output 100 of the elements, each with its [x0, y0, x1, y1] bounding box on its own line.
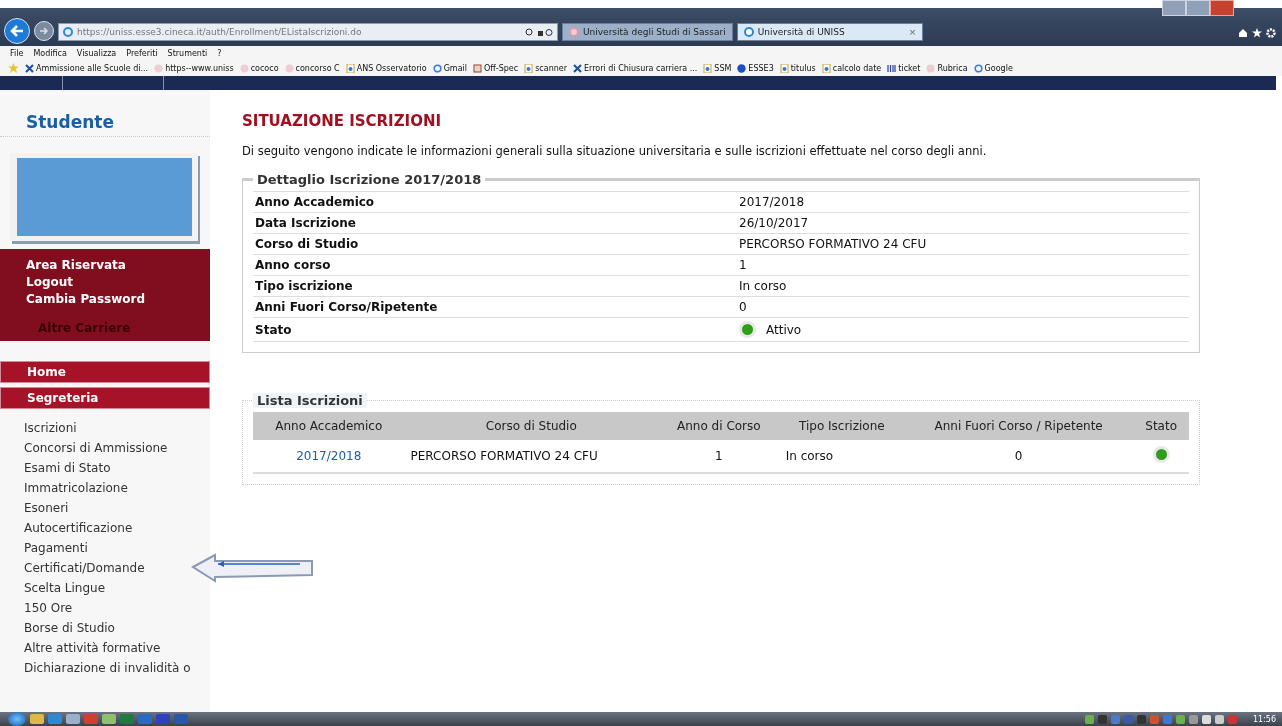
browser-tab[interactable]: Università di UNISS × — [736, 23, 924, 41]
favorite-link[interactable]: Ammissione alle Scuole di... — [25, 63, 149, 73]
favorite-link[interactable]: https--www.uniss — [154, 63, 234, 73]
detail-label: Corso di Studio — [253, 233, 737, 255]
taskbar-app-icon[interactable] — [84, 714, 98, 724]
favorite-link[interactable]: Errori di Chiusura carriera ... — [573, 63, 698, 73]
close-tab-button[interactable]: × — [908, 27, 917, 37]
favorite-link[interactable]: Off-Spec — [473, 63, 519, 73]
sidebar-item[interactable]: Certificati/Domande — [24, 561, 145, 575]
taskbar-app-icon[interactable] — [48, 714, 62, 724]
favorite-link[interactable]: titulus — [779, 63, 816, 73]
menu-item[interactable]: ? — [217, 48, 222, 58]
forward-button[interactable] — [34, 21, 54, 41]
star-icon[interactable] — [1252, 28, 1262, 38]
detail-value: PERCORSO FORMATIVO 24 CFU — [737, 233, 1189, 255]
menu-item[interactable]: Strumenti — [167, 48, 208, 58]
taskbar-app-icon[interactable] — [120, 714, 134, 724]
favorite-link[interactable]: Gmail — [432, 63, 467, 73]
section-header[interactable]: Home — [0, 361, 210, 383]
detail-label: Anno Accademico — [253, 191, 737, 213]
detail-label: Tipo iscrizione — [253, 275, 737, 297]
favorite-link[interactable]: concorso C — [284, 63, 340, 73]
table-cell: 0 — [903, 440, 1134, 473]
google-icon — [432, 63, 442, 73]
column-header: Tipo Iscrizione — [779, 412, 904, 440]
column-header: Anno Accademico — [253, 412, 405, 440]
tools-icon — [25, 63, 34, 73]
minimize-button[interactable] — [1162, 0, 1186, 16]
left-arrow-icon — [10, 25, 24, 37]
detail-value: Attivo — [766, 322, 802, 337]
sidebar-item[interactable]: Immatricolazione — [24, 481, 128, 495]
address-bar[interactable]: https://uniss.esse3.cineca.it/auth/Enrollment/EListaIscrizioni.do — [58, 23, 558, 41]
detail-label: Data Iscrizione — [253, 212, 737, 234]
favorite-link[interactable]: ticket — [887, 63, 921, 73]
detail-value: 2017/2018 — [737, 191, 1189, 213]
taskbar-app-icon[interactable] — [174, 714, 188, 724]
browser-logo-icon — [63, 27, 73, 37]
favorite-link[interactable]: ANS Osservatorio — [345, 63, 427, 73]
favorite-link[interactable]: scanner — [524, 63, 567, 73]
year-link[interactable]: 2017/2018 — [296, 449, 362, 463]
account-link[interactable]: Cambia Password — [26, 292, 210, 306]
table-cell: PERCORSO FORMATIVO 24 CFU — [404, 440, 659, 473]
sidebar-item[interactable]: 150 Ore — [24, 601, 73, 615]
detail-label: Stato — [253, 317, 737, 342]
favorite-link[interactable]: ESSE3 — [737, 63, 774, 73]
page-icon — [345, 63, 355, 73]
sidebar-item[interactable]: Dichiarazione di invalidità o — [24, 661, 191, 675]
menu-item[interactable]: File — [10, 48, 24, 58]
table-cell: 1 — [658, 440, 780, 473]
close-button[interactable] — [1210, 0, 1234, 16]
detail-value: 0 — [737, 296, 1189, 318]
intro-text: Di seguito vengono indicate le informazioni generali sulla situazione universitaria e sulle iscrizioni effettuate nel corso degli anni. — [242, 144, 988, 158]
home-icon[interactable] — [1238, 28, 1248, 38]
sidebar-item[interactable]: Borse di Studio — [24, 621, 115, 635]
favorite-link[interactable]: Rubrica — [926, 63, 968, 73]
sidebar-item[interactable]: Concorsi di Ammissione — [24, 441, 168, 455]
favorite-link[interactable]: cococo — [239, 63, 279, 73]
grid-icon — [887, 63, 897, 73]
taskbar-app-icon[interactable] — [102, 714, 116, 724]
favorite-link[interactable]: Google — [973, 63, 1013, 73]
sidebar-item[interactable]: Autocertificazione — [24, 521, 133, 535]
favorite-link[interactable]: calcolo date — [821, 63, 882, 73]
taskbar-app-icon[interactable] — [138, 714, 152, 724]
sidebar-item[interactable]: Pagamenti — [24, 541, 88, 555]
restore-button[interactable] — [1186, 0, 1210, 16]
page-icon — [779, 63, 789, 73]
address-tools-icon[interactable] — [525, 27, 553, 37]
page-icon — [821, 63, 831, 73]
menu-item[interactable]: Visualizza — [76, 48, 117, 58]
seal-icon — [239, 63, 249, 73]
section-header[interactable]: Segreteria — [0, 387, 210, 409]
browser-tab[interactable]: Università degli Studi di Sassari — [562, 23, 733, 41]
account-link[interactable]: Logout — [26, 275, 210, 289]
taskbar-app-icon[interactable] — [30, 714, 44, 724]
menu-item[interactable]: Preferiti — [126, 48, 158, 58]
favorite-link[interactable]: SSM — [703, 63, 732, 73]
sidebar-item[interactable]: Esoneri — [24, 501, 69, 515]
sidebar-item[interactable]: Iscrizioni — [24, 421, 77, 435]
taskbar-app-icon[interactable] — [66, 714, 80, 724]
sidebar-item[interactable]: Scelta Lingue — [24, 581, 106, 595]
sidebar-item[interactable]: Altre attività formative — [24, 641, 161, 655]
menu-item[interactable]: Modifica — [33, 48, 67, 58]
clock-time[interactable]: 11:56 — [1252, 714, 1276, 724]
seal-icon — [926, 63, 936, 73]
account-link[interactable]: Area Riservata — [26, 258, 210, 272]
start-button[interactable] — [8, 712, 26, 726]
detail-value: In corso — [737, 275, 1189, 297]
settings-icon[interactable] — [1266, 28, 1276, 38]
detail-value: 1 — [737, 254, 1189, 276]
tab-favicon-icon — [569, 27, 579, 37]
tools-icon — [573, 63, 582, 73]
taskbar-app-icon[interactable] — [156, 714, 170, 724]
circle-icon — [737, 63, 747, 73]
google-icon — [973, 63, 983, 73]
sidebar-item[interactable]: Esami di Stato — [24, 461, 111, 475]
favorites-star-icon[interactable] — [8, 63, 19, 73]
column-header: Anni Fuori Corso / Ripetente — [903, 412, 1134, 440]
table-cell: In corso — [779, 440, 904, 473]
back-button[interactable] — [4, 18, 30, 44]
page-title: SITUAZIONE ISCRIZIONI — [242, 112, 443, 130]
